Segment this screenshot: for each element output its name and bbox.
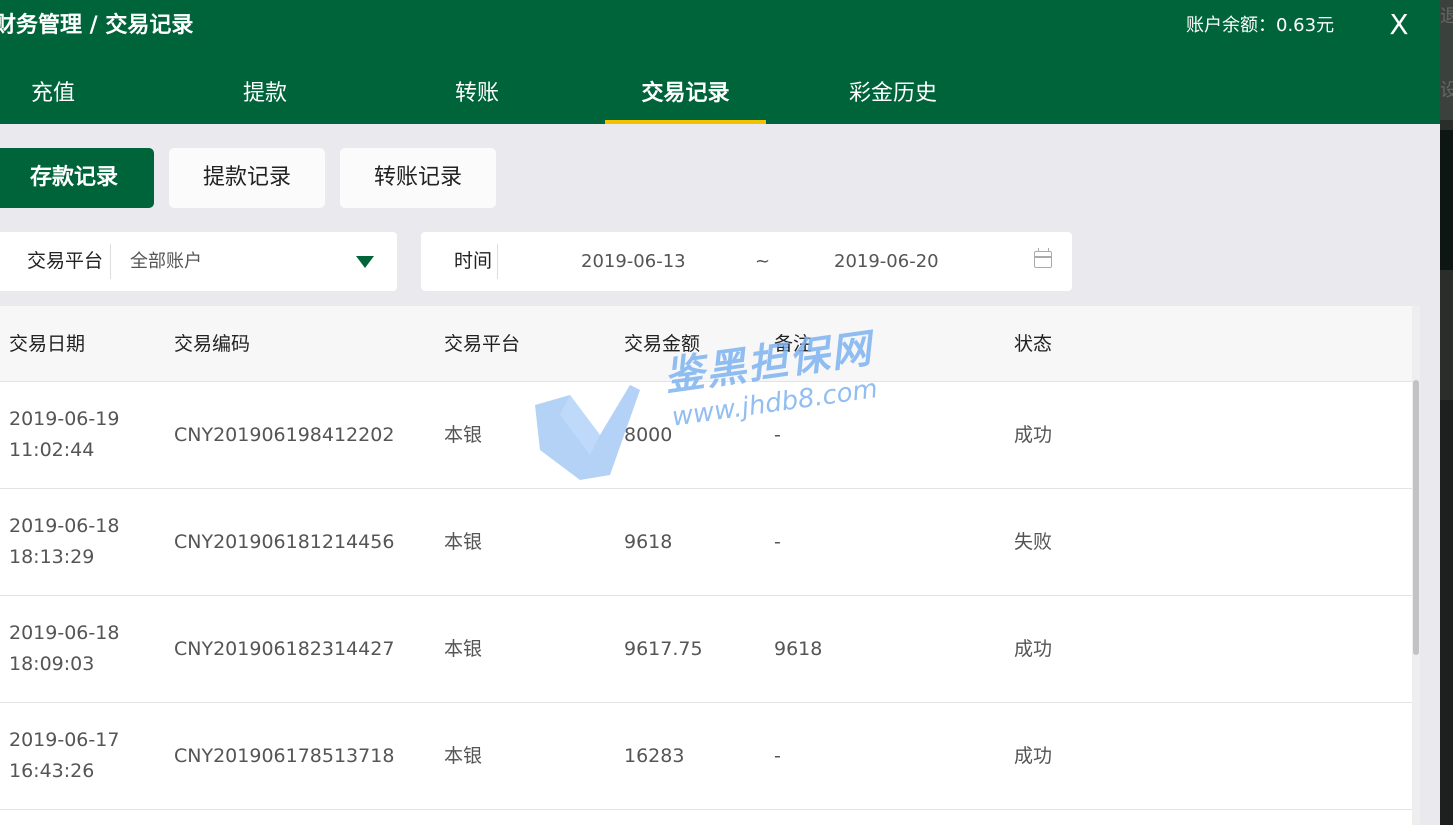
column-header: 状态 xyxy=(1014,333,1053,355)
note-cell: 9618 xyxy=(774,638,823,660)
platform-cell: 本银 xyxy=(444,424,483,446)
range-separator: ~ xyxy=(755,251,771,272)
date-cell: 2019-06-18 18:09:03 xyxy=(9,618,119,680)
start-date-input[interactable]: 2019-06-13 xyxy=(581,232,686,291)
table-row: 2019-06-18 18:09:03 CNY201906182314427 本… xyxy=(0,596,1417,703)
tab-transfer[interactable]: 转账 xyxy=(452,74,502,124)
divider xyxy=(497,244,498,279)
column-header: 交易平台 xyxy=(444,333,521,355)
watermark: 鉴黑担保网 www.jhdb8.com xyxy=(530,326,900,485)
code-cell: CNY201906178513718 xyxy=(174,745,395,767)
withdraw-records-button[interactable]: 提款记录 xyxy=(169,148,325,208)
status-cell: 成功 xyxy=(1014,745,1053,767)
note-cell: - xyxy=(774,745,781,767)
time-label: 时间 xyxy=(454,250,493,272)
amount-cell: 16283 xyxy=(624,745,685,767)
scrollbar-thumb[interactable] xyxy=(1413,380,1419,655)
table-row: 2019-06-17 16:43:26 CNY201906178513718 本… xyxy=(0,703,1417,810)
background-strip: 退 设 xyxy=(1440,0,1453,825)
tab-deposit[interactable]: 充值 xyxy=(28,74,78,124)
status-cell: 失败 xyxy=(1014,531,1053,553)
table-row: 2019-06-18 18:13:29 CNY201906181214456 本… xyxy=(0,489,1417,596)
account-balance: 账户余额：0.63元 xyxy=(1186,15,1335,36)
deposit-records-button[interactable]: 存款记录 xyxy=(0,148,154,208)
amount-cell: 9618 xyxy=(624,531,673,553)
time-text: 11:02:44 xyxy=(9,439,95,461)
date-text: 2019-06-17 xyxy=(9,729,120,751)
time-text: 18:09:03 xyxy=(9,653,95,675)
date-cell: 2019-06-18 18:13:29 xyxy=(9,511,119,573)
close-button[interactable]: X xyxy=(1384,8,1414,42)
tab-withdraw[interactable]: 提款 xyxy=(240,74,290,124)
amount-cell: 9617.75 xyxy=(624,638,703,660)
close-icon: X xyxy=(1389,8,1409,41)
watermark-logo-icon xyxy=(535,385,640,480)
platform-label: 交易平台 xyxy=(27,250,104,272)
calendar-icon[interactable] xyxy=(1034,248,1052,268)
date-range-picker[interactable]: 时间 2019-06-13 ~ 2019-06-20 xyxy=(421,232,1072,291)
end-date-input[interactable]: 2019-06-20 xyxy=(834,232,939,291)
date-text: 2019-06-19 xyxy=(9,408,120,430)
platform-cell: 本银 xyxy=(444,745,483,767)
platform-value: 全部账户 xyxy=(130,251,202,272)
status-cell: 成功 xyxy=(1014,638,1053,660)
caret-down-icon xyxy=(356,256,374,268)
platform-select[interactable]: 交易平台 全部账户 xyxy=(0,232,397,291)
date-cell: 2019-06-19 11:02:44 xyxy=(9,404,119,466)
background-panel xyxy=(1440,130,1453,270)
background-text: 退 xyxy=(1440,6,1453,27)
tab-transaction-records[interactable]: 交易记录 xyxy=(605,74,766,124)
code-cell: CNY201906198412202 xyxy=(174,424,395,446)
finance-modal: 财务管理 / 交易记录 账户余额：0.63元 X 充值 提款 转账 交易记录 彩… xyxy=(0,0,1440,825)
platform-cell: 本银 xyxy=(444,531,483,553)
time-text: 18:13:29 xyxy=(9,546,95,568)
background-panel xyxy=(1440,400,1453,825)
transfer-records-button[interactable]: 转账记录 xyxy=(340,148,496,208)
date-cell: 2019-06-17 16:43:26 xyxy=(9,725,119,787)
background-text: 设 xyxy=(1440,80,1453,101)
time-text: 16:43:26 xyxy=(9,760,95,782)
page-title: 财务管理 / 交易记录 xyxy=(0,13,194,38)
code-cell: CNY201906182314427 xyxy=(174,638,395,660)
date-text: 2019-06-18 xyxy=(9,515,120,537)
date-text: 2019-06-18 xyxy=(9,622,120,644)
code-cell: CNY201906181214456 xyxy=(174,531,395,553)
modal-header: 财务管理 / 交易记录 账户余额：0.63元 X 充值 提款 转账 交易记录 彩… xyxy=(0,0,1440,124)
divider xyxy=(110,244,111,279)
status-cell: 成功 xyxy=(1014,424,1053,446)
column-header: 交易编码 xyxy=(174,333,251,355)
note-cell: - xyxy=(774,531,781,553)
column-header: 交易日期 xyxy=(9,333,86,355)
tab-bonus-history[interactable]: 彩金历史 xyxy=(844,74,942,124)
platform-cell: 本银 xyxy=(444,638,483,660)
